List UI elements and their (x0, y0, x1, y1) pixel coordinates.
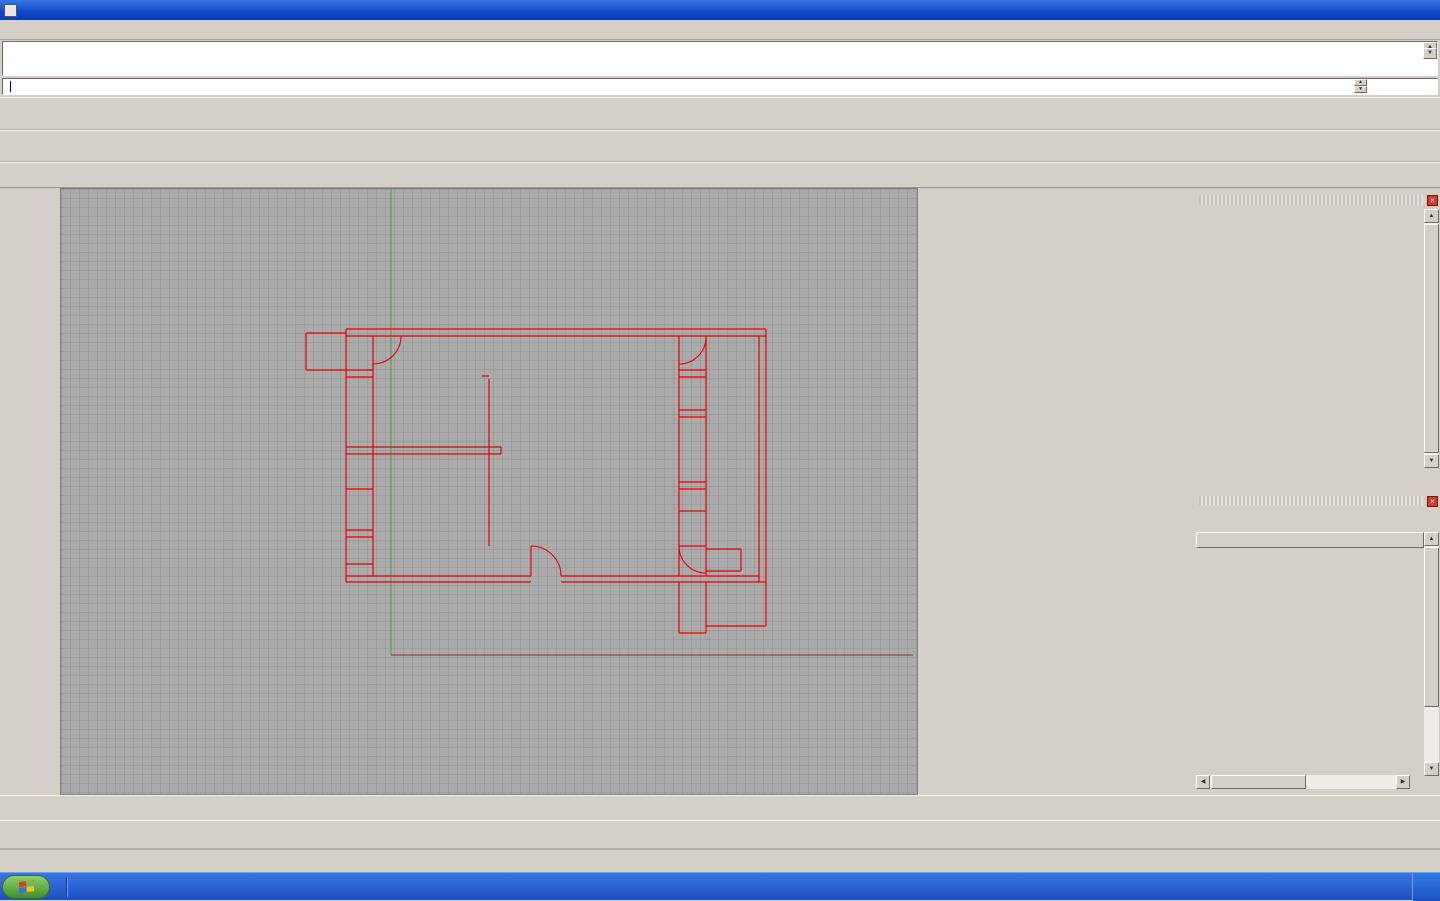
system-tray (1412, 873, 1440, 901)
scroll-up-icon[interactable] (1424, 532, 1439, 546)
layers-toolbar (1196, 511, 1422, 530)
layers-close-icon[interactable] (1427, 496, 1438, 507)
toolbar-secondary (0, 130, 1440, 162)
osnap-bar (0, 795, 1440, 820)
toolbar-cplane (0, 820, 1440, 849)
panel-grip[interactable] (1199, 496, 1423, 506)
layers-horizontal-scrollbar[interactable] (1196, 775, 1410, 789)
properties-close-icon[interactable] (1427, 195, 1438, 206)
scroll-right-icon[interactable] (1396, 775, 1410, 789)
titlebar (0, 0, 1440, 20)
workspace (0, 188, 1440, 795)
layers-panel-header[interactable] (1194, 494, 1438, 508)
app-icon (4, 4, 17, 17)
layers-list-header[interactable] (1196, 532, 1424, 548)
command-history-line (7, 59, 1437, 76)
viewport-top[interactable] (60, 188, 918, 795)
spinner-up-icon[interactable] (1354, 79, 1367, 86)
scroll-down-icon[interactable] (1424, 762, 1439, 776)
rhino-window (0, 0, 1440, 872)
scrollbar-thumb[interactable] (1424, 224, 1439, 453)
spinner-down-icon[interactable] (1354, 86, 1367, 93)
scroll-down-icon[interactable] (1424, 454, 1439, 468)
panel-grip[interactable] (1199, 195, 1423, 205)
properties-scrollbar[interactable] (1424, 209, 1439, 468)
door-swing-arcs (373, 336, 706, 576)
floor-plan-drawing (61, 189, 917, 794)
text-caret (10, 81, 11, 92)
toolbar-standard (0, 97, 1440, 130)
menu-bar (0, 20, 1440, 40)
command-input[interactable] (2, 78, 1438, 95)
command-spinner (1354, 79, 1367, 94)
scroll-down-icon[interactable] (1423, 48, 1437, 59)
scroll-left-icon[interactable] (1196, 775, 1210, 789)
right-dock-panel (1192, 188, 1440, 795)
toolbar-mini (0, 162, 1440, 188)
command-history (2, 41, 1438, 76)
properties-panel-header[interactable] (1194, 193, 1438, 207)
layers-scrollbar[interactable] (1424, 532, 1439, 776)
command-history-line (7, 42, 1437, 59)
status-bar (0, 849, 1440, 872)
windows-logo-icon (19, 880, 34, 893)
scroll-up-icon[interactable] (1424, 209, 1439, 223)
scrollbar-thumb[interactable] (1424, 547, 1439, 707)
command-history-scrollbar[interactable] (1423, 42, 1437, 59)
start-button[interactable] (2, 875, 50, 899)
windows-taskbar (0, 872, 1440, 900)
taskbar-divider (66, 877, 68, 897)
plan-walls (306, 329, 766, 633)
scrollbar-thumb[interactable] (1211, 775, 1306, 789)
